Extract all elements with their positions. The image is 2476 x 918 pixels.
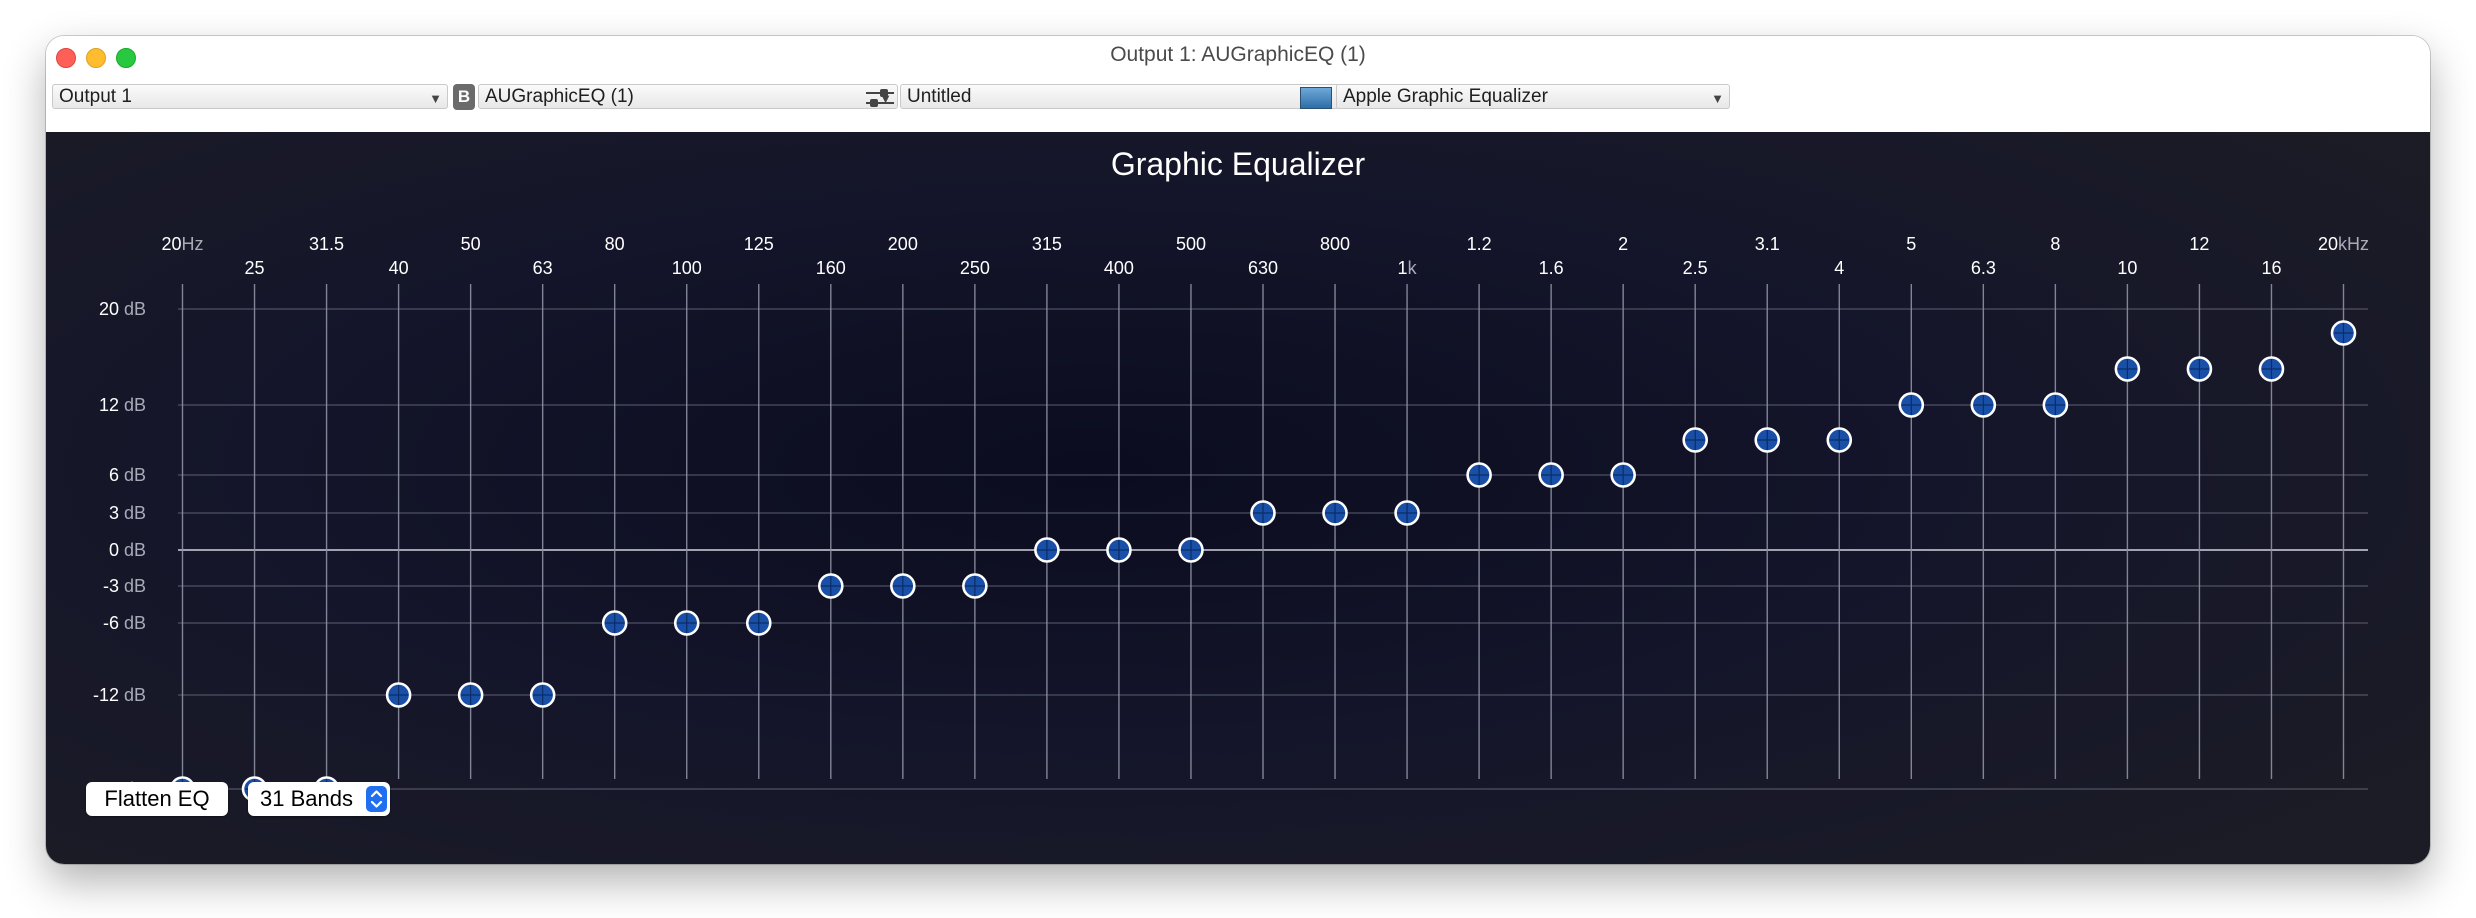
db-tick-label: -6 dB (103, 613, 146, 633)
band-frequency-label: 31.5 (309, 234, 344, 254)
band-frequency-label: 2 (1618, 234, 1628, 254)
plugin-select-value: AUGraphicEQ (1) (485, 86, 634, 107)
plugin-view-icon[interactable] (1300, 87, 1332, 109)
chevron-updown-icon (366, 786, 387, 812)
band-frequency-label: 160 (816, 258, 846, 278)
band-frequency-label: 10 (2117, 258, 2137, 278)
band-frequency-label: 40 (389, 258, 409, 278)
window-title: Output 1: AUGraphicEQ (1) (1110, 43, 1366, 66)
chevron-down-icon: ▼ (1711, 91, 1724, 106)
band-frequency-label: 20kHz (2318, 234, 2369, 254)
band-frequency-label: 125 (744, 234, 774, 254)
band-frequency-label: 63 (533, 258, 553, 278)
eq-graph: 20 dB12 dB6 dB3 dB0 dB-3 dB-6 dB-12 dB-2… (93, 234, 2369, 802)
band-frequency-label: 315 (1032, 234, 1062, 254)
db-tick-label: -12 dB (93, 685, 146, 705)
equalizer-panel: Graphic Equalizer 20 dB 12 dB 6 dB 3 dB 0 dB… (46, 132, 2430, 864)
output-select-value: Output 1 (59, 86, 132, 107)
band-frequency-label: 4 (1834, 258, 1844, 278)
sliders-icon[interactable] (864, 86, 896, 110)
db-tick-label: 3 dB (109, 503, 146, 523)
band-frequency-label: 50 (461, 234, 481, 254)
db-tick-label: 0 dB (109, 540, 146, 560)
db-tick-label: 20 dB (99, 299, 146, 319)
bands-select-value: 31 Bands (260, 786, 353, 811)
band-frequency-label: 6.3 (1971, 258, 1996, 278)
preset-select[interactable]: Untitled ▼ (900, 84, 1340, 109)
band-frequency-label: 1k (1398, 258, 1418, 278)
band-frequency-label: 630 (1248, 258, 1278, 278)
band-frequency-label: 800 (1320, 234, 1350, 254)
bypass-badge-label: B (457, 87, 471, 106)
db-tick-label: -3 dB (103, 576, 146, 596)
band-frequency-label: 200 (888, 234, 918, 254)
flatten-eq-button[interactable]: Flatten EQ (86, 782, 228, 816)
chevron-down-icon: ▼ (429, 91, 442, 106)
manufacturer-select-value: Apple Graphic Equalizer (1343, 86, 1548, 107)
bands-select[interactable]: 31 Bands (248, 782, 390, 816)
preset-select-value: Untitled (907, 86, 972, 107)
band-frequency-label: 80 (605, 234, 625, 254)
manufacturer-select[interactable]: Apple Graphic Equalizer ▼ (1336, 84, 1730, 109)
band-frequency-label: 500 (1176, 234, 1206, 254)
plugin-select[interactable]: AUGraphicEQ (1) ▼ (478, 84, 898, 109)
band-frequency-label: 8 (2050, 234, 2060, 254)
band-frequency-label: 20Hz (161, 234, 203, 254)
band-frequency-label: 2.5 (1683, 258, 1708, 278)
band-frequency-label: 400 (1104, 258, 1134, 278)
flatten-eq-label: Flatten EQ (104, 786, 210, 811)
band-frequency-label: 25 (245, 258, 265, 278)
band-frequency-label: 1.2 (1467, 234, 1492, 254)
band-frequency-label: 3.1 (1755, 234, 1780, 254)
title-bar: Output 1: AUGraphicEQ (1) Output 1 ▼ B A… (46, 36, 2430, 132)
plugin-window: Output 1: AUGraphicEQ (1) Output 1 ▼ B A… (46, 36, 2430, 864)
band-frequency-label: 12 (2189, 234, 2209, 254)
db-tick-label: 12 dB (99, 395, 146, 415)
band-frequency-label: 1.6 (1539, 258, 1564, 278)
band-frequency-label: 250 (960, 258, 990, 278)
bypass-button[interactable]: B (453, 84, 475, 110)
band-frequency-label: 16 (2261, 258, 2281, 278)
band-frequency-label: 5 (1906, 234, 1916, 254)
db-tick-label: 6 dB (109, 465, 146, 485)
output-select[interactable]: Output 1 ▼ (52, 84, 448, 109)
band-frequency-label: 100 (672, 258, 702, 278)
